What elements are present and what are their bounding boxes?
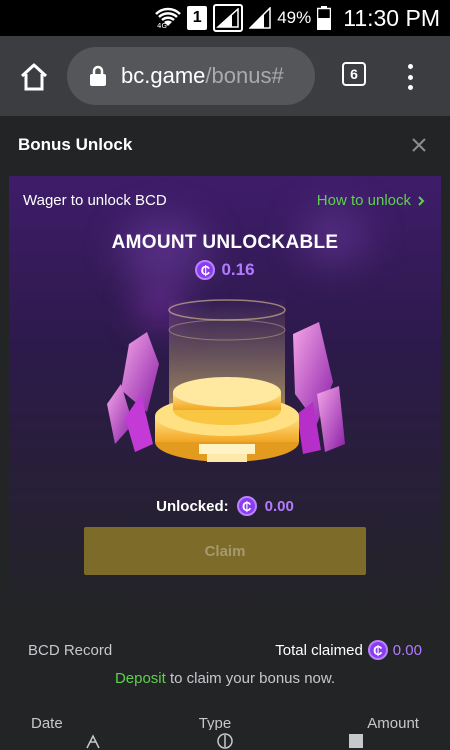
crystal-pedestal-illustration [107, 298, 345, 462]
unlocked-row: Unlocked: ₵ 0.00 [9, 496, 441, 516]
url-host: bc.game [121, 63, 206, 88]
menu-nav-icon[interactable] [347, 732, 365, 750]
wifi-icon: 4G [155, 7, 182, 30]
amount-unlockable-title: AMOUNT UNLOCKABLE [111, 232, 339, 253]
battery-icon [317, 6, 332, 30]
deposit-prompt-text: to claim your bonus now. [165, 670, 336, 687]
bcd-coin-icon: ₵ [367, 640, 388, 660]
browser-toolbar: bc.game/bonus# 6 [0, 36, 450, 116]
svg-text:4G: 4G [157, 22, 167, 30]
more-menu-icon[interactable] [404, 60, 416, 94]
claim-button[interactable]: Claim [84, 527, 366, 575]
total-claimed-label: Total claimed [275, 641, 363, 659]
how-to-unlock-link[interactable]: How to unlock [317, 192, 425, 209]
clock: 11:30 PM [343, 4, 440, 31]
tab-switcher-button[interactable]: 6 [342, 62, 366, 86]
unlockable-amount: ₵ 0.16 [9, 260, 441, 280]
address-bar[interactable]: bc.game/bonus# [67, 47, 315, 105]
status-bar: 4G 1 49% 11:30 PM [0, 0, 450, 36]
chevron-right-icon [418, 195, 425, 206]
lock-icon [90, 65, 106, 86]
url-path: /bonus# [205, 63, 284, 88]
unlock-panel: Wager to unlock BCD How to unlock AMOUNT… [9, 176, 441, 614]
status-icons: 4G 1 49% 11:30 PM [155, 0, 450, 36]
unlocked-value: 0.00 [264, 497, 294, 515]
unlocked-label: Unlocked: [156, 497, 229, 515]
casino-nav-icon[interactable] [84, 732, 102, 750]
bcd-coin-icon: ₵ [195, 260, 216, 280]
unlockable-amount-value: 0.16 [221, 260, 255, 279]
deposit-link[interactable]: Deposit [115, 670, 166, 687]
signal-icon-sim2 [249, 7, 271, 29]
total-claimed: Total claimed ₵ 0.00 [275, 640, 422, 660]
battery-percent: 49% [277, 8, 312, 27]
bcd-record-label: BCD Record [28, 641, 113, 659]
deposit-prompt: Deposit to claim your bonus now. [0, 670, 450, 687]
wager-subtitle: Wager to unlock BCD [23, 192, 167, 209]
how-to-unlock-label: How to unlock [316, 192, 411, 209]
sports-nav-icon[interactable] [216, 732, 234, 750]
sim-indicator: 1 [187, 6, 208, 30]
modal-title: Bonus Unlock [18, 135, 133, 154]
url-text: bc.game/bonus# [121, 63, 301, 89]
home-icon[interactable] [18, 61, 50, 93]
close-icon[interactable] [410, 136, 428, 154]
bcd-coin-icon: ₵ [236, 496, 257, 516]
signal-icon-sim1 [213, 4, 244, 32]
bcd-record-row: BCD Record Total claimed ₵ 0.00 [28, 640, 422, 660]
total-claimed-value: 0.00 [392, 641, 422, 659]
modal-header: Bonus Unlock [0, 116, 450, 174]
bottom-nav [0, 730, 450, 750]
